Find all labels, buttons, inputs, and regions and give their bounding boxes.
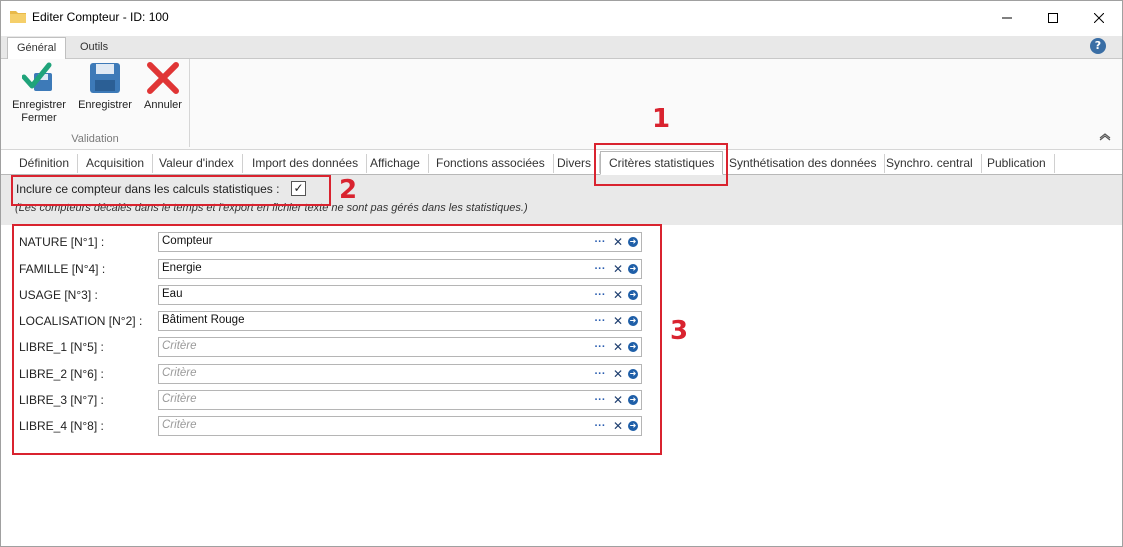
tab-divers[interactable]: Divers	[549, 154, 601, 173]
window-title: Editer Compteur - ID: 100	[32, 10, 169, 24]
close-icon	[1094, 12, 1104, 23]
ribbon-body: Enregistrer Fermer Enregistrer Annuler V…	[1, 59, 1122, 150]
annotation-box-3	[12, 224, 662, 455]
tab-definition[interactable]: Définition	[11, 154, 79, 173]
editer-compteur-window: Editer Compteur - ID: 100 Général Outils…	[0, 0, 1123, 547]
save-icon	[90, 63, 120, 93]
save-label: Enregistrer	[78, 99, 132, 111]
minimize-icon	[1002, 17, 1012, 18]
minimize-button[interactable]	[984, 1, 1030, 34]
tab-publication[interactable]: Publication	[979, 154, 1055, 173]
save-button[interactable]: Enregistrer	[73, 61, 137, 112]
maximize-button[interactable]	[1030, 1, 1076, 34]
save-close-label-2: Fermer	[21, 112, 57, 124]
maximize-icon	[1048, 12, 1058, 23]
tab-valeur-index[interactable]: Valeur d'index	[151, 154, 243, 173]
save-close-label-1: Enregistrer	[12, 99, 66, 111]
annotation-number-1: 1	[652, 104, 671, 134]
folder-icon	[10, 11, 26, 23]
close-button[interactable]	[1076, 1, 1122, 34]
collapse-ribbon-icon[interactable]	[1098, 131, 1112, 141]
ribbon-tab-strip: Général Outils ?	[1, 36, 1122, 60]
save-close-button[interactable]: Enregistrer Fermer	[7, 61, 71, 125]
tab-acquisition[interactable]: Acquisition	[78, 154, 154, 173]
title-bar: Editer Compteur - ID: 100	[1, 1, 1122, 34]
annotation-box-2	[11, 175, 331, 206]
tab-fonctions-associees[interactable]: Fonctions associées	[428, 154, 554, 173]
cancel-button[interactable]: Annuler	[131, 61, 195, 112]
help-icon[interactable]: ?	[1090, 38, 1106, 54]
ribbon-tab-general[interactable]: Général	[7, 37, 67, 60]
save-close-icon	[22, 62, 52, 91]
tab-synchro-central[interactable]: Synchro. central	[878, 154, 982, 173]
ribbon-tab-outils[interactable]: Outils	[71, 37, 117, 57]
ribbon-group-label: Validation	[71, 133, 119, 145]
tab-affichage[interactable]: Affichage	[362, 154, 429, 173]
cancel-label: Annuler	[144, 99, 182, 111]
page-tab-strip: Définition Acquisition Valeur d'index Im…	[1, 151, 1122, 175]
cancel-icon	[147, 62, 179, 94]
annotation-number-2: 2	[339, 175, 358, 205]
tab-synthetisation[interactable]: Synthétisation des données	[721, 154, 886, 173]
annotation-box-1	[594, 143, 728, 186]
tab-import-donnees[interactable]: Import des données	[244, 154, 368, 173]
annotation-number-3: 3	[670, 316, 689, 346]
